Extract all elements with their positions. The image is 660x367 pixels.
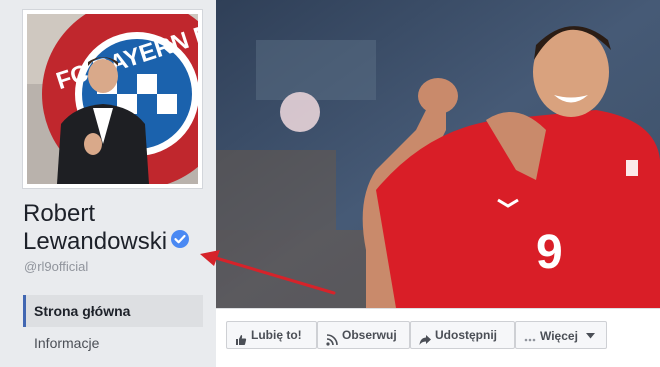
- like-label: Lubię to!: [251, 328, 302, 342]
- more-label: Więcej: [540, 329, 578, 343]
- rss-follow-icon: [326, 329, 338, 355]
- share-label: Udostępnij: [435, 328, 497, 342]
- thumbs-up-icon: [235, 329, 247, 355]
- like-button[interactable]: Lubię to!: [226, 321, 317, 349]
- chevron-down-icon: [586, 322, 596, 348]
- share-arrow-icon: [419, 329, 431, 355]
- page-action-bar: Lubię to! Obserwuj Udostępnij Więcej: [216, 308, 660, 367]
- follow-button[interactable]: Obserwuj: [317, 321, 410, 349]
- follow-label: Obserwuj: [342, 328, 397, 342]
- share-button[interactable]: Udostępnij: [410, 321, 515, 349]
- more-button[interactable]: Więcej: [515, 321, 607, 349]
- more-dots-icon: [524, 329, 536, 355]
